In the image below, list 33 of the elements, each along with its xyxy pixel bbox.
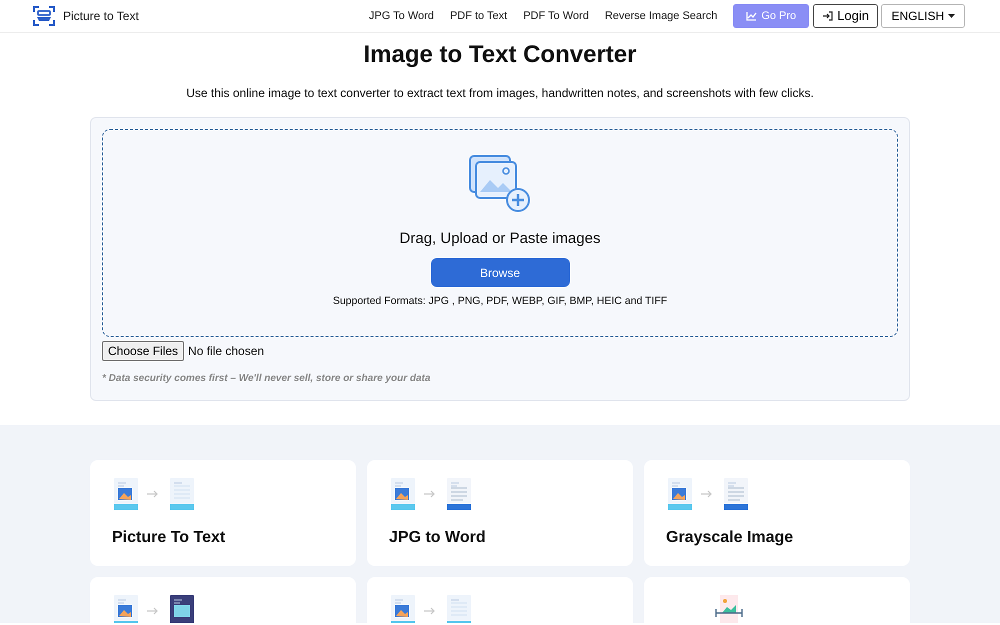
tool-card[interactable]: JPG to Word (367, 460, 633, 566)
login-icon (822, 11, 834, 21)
supported-formats: Supported Formats: JPG , PNG, PDF, WEBP, GIF, BMP, HEIC and TIFF (332, 294, 668, 310)
nav-link[interactable]: PDF to Text (450, 8, 508, 24)
tool-title: Grayscale Image (666, 528, 794, 548)
conversion-icon (389, 476, 473, 512)
nav-link[interactable]: Reverse Image Search (604, 8, 718, 24)
privacy-note: * Data security comes first – We'll never sell, store or share your data (102, 372, 432, 386)
page-heading: Image to Text Converter (362, 41, 638, 70)
file-status: No file chosen (188, 342, 264, 360)
drop-zone[interactable]: Drag, Upload or Paste images Browse Supported Formats: JPG , PNG, PDF, WEBP, GIF, BMP, HEIC and TIFF (102, 128, 898, 337)
tool-card[interactable]: Grayscale Image (644, 460, 910, 566)
conversion-icon (112, 592, 196, 623)
caret-icon (948, 14, 954, 20)
language-dropdown[interactable]: ENGLISH (881, 4, 965, 28)
tool-title: Picture To Text (112, 528, 226, 548)
tool-title: JPG to Word (389, 528, 487, 548)
browse-button[interactable]: Browse (430, 258, 570, 288)
chart-icon (746, 11, 758, 21)
logo-icon (33, 5, 55, 27)
conversion-icon (112, 476, 196, 512)
brand-name[interactable]: Picture to Text (63, 7, 139, 25)
upload-prompt: Drag, Upload or Paste images (400, 228, 600, 249)
nav-link[interactable]: JPG To Word (368, 8, 434, 24)
nav-link[interactable]: PDF To Word (523, 8, 589, 24)
add-image-icon (468, 154, 532, 214)
conversion-icon (389, 592, 473, 623)
page-subtitle: Use this online image to text converter to extract text from images, handwritten notes, and screenshots with few clicks. (185, 84, 815, 102)
tool-card[interactable]: Picture To Text (90, 460, 356, 566)
conversion-icon (666, 476, 750, 512)
resize-image-icon (714, 592, 744, 623)
login-button[interactable]: Login (813, 4, 878, 28)
choose-files-button[interactable]: Choose Files (102, 340, 184, 361)
